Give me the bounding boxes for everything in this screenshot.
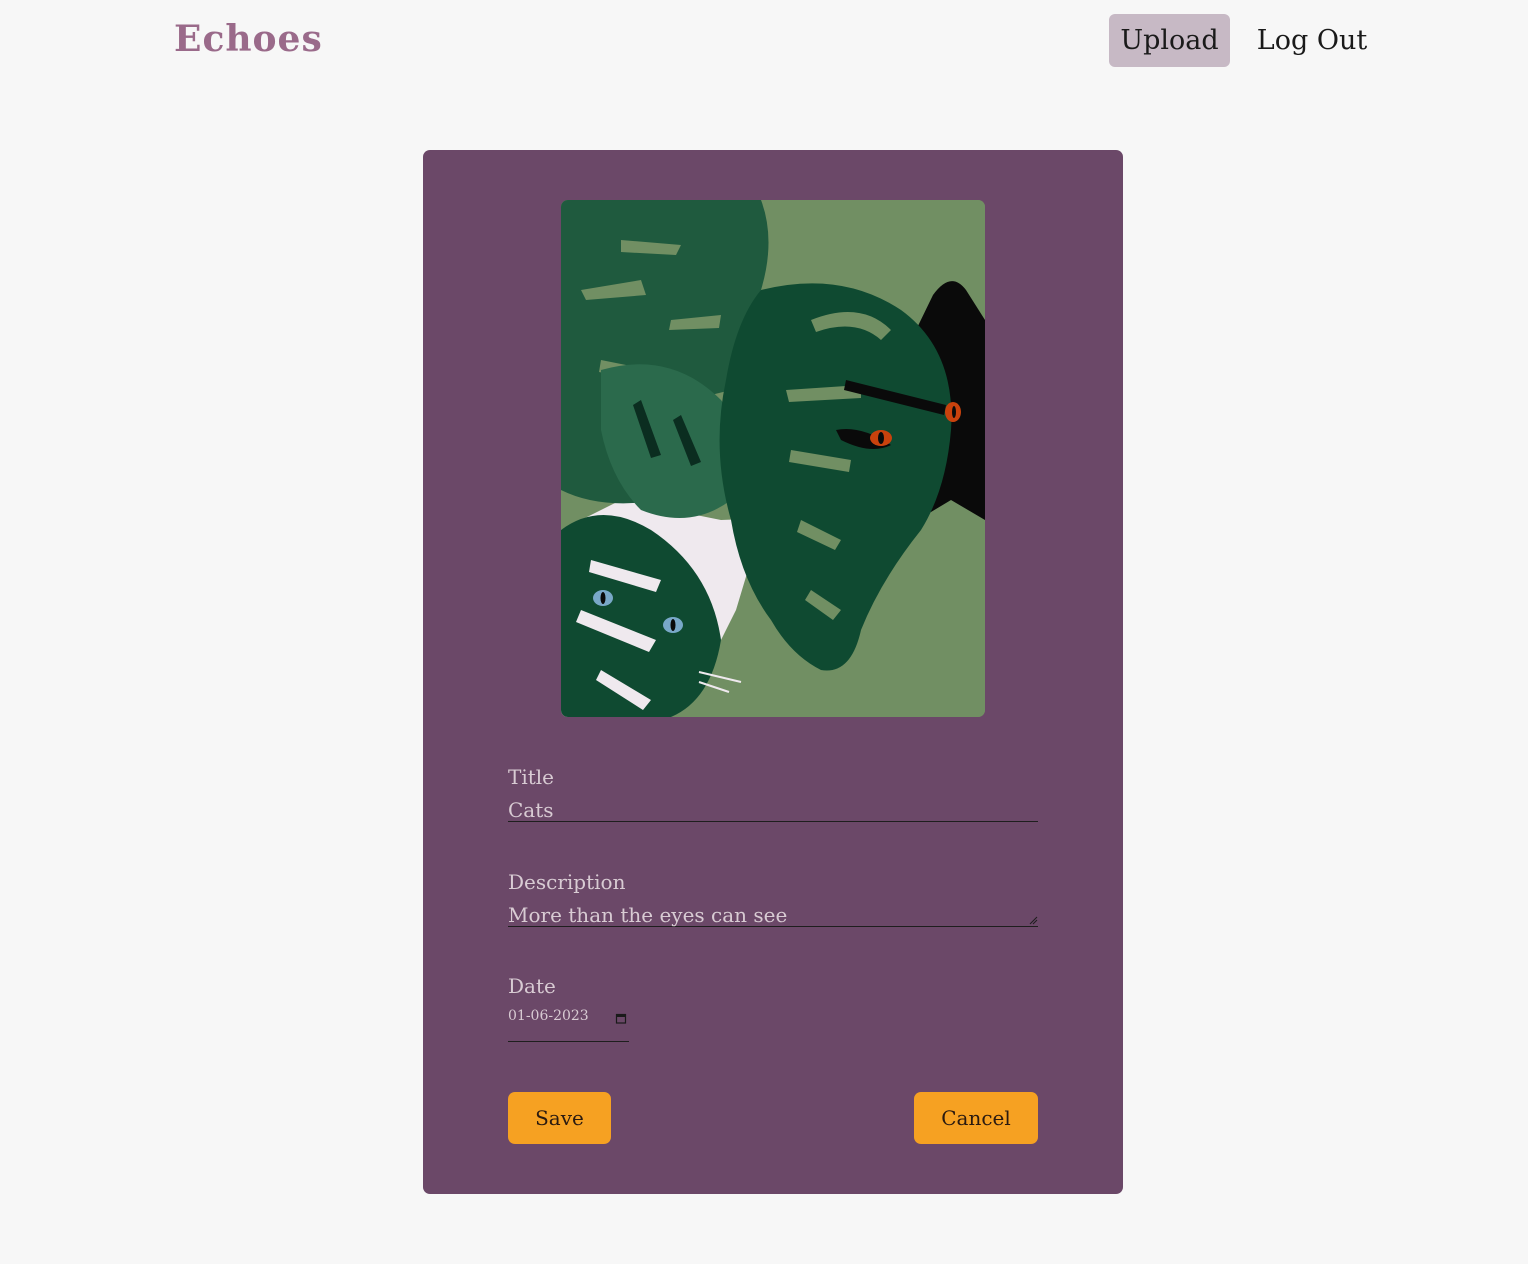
description-label: Description: [508, 870, 626, 894]
edit-card: Title Cats Description More than the eye…: [423, 150, 1123, 1194]
app-logo[interactable]: Echoes: [174, 18, 323, 60]
description-text: More than the eyes can see: [508, 903, 788, 927]
save-button[interactable]: Save: [508, 1092, 611, 1144]
title-label: Title: [508, 765, 555, 789]
resize-grip-icon[interactable]: [1029, 916, 1038, 925]
description-textarea[interactable]: More than the eyes can see: [508, 903, 1038, 927]
date-label: Date: [508, 974, 556, 998]
logout-nav-button[interactable]: Log Out: [1250, 14, 1374, 67]
title-input[interactable]: Cats: [508, 798, 1038, 822]
calendar-icon[interactable]: [615, 1012, 627, 1024]
artwork-image: [561, 200, 985, 717]
date-value: 01-06-2023: [508, 1008, 589, 1024]
date-input[interactable]: 01-06-2023: [508, 1006, 629, 1042]
cancel-button[interactable]: Cancel: [914, 1092, 1038, 1144]
upload-nav-button[interactable]: Upload: [1109, 14, 1230, 67]
